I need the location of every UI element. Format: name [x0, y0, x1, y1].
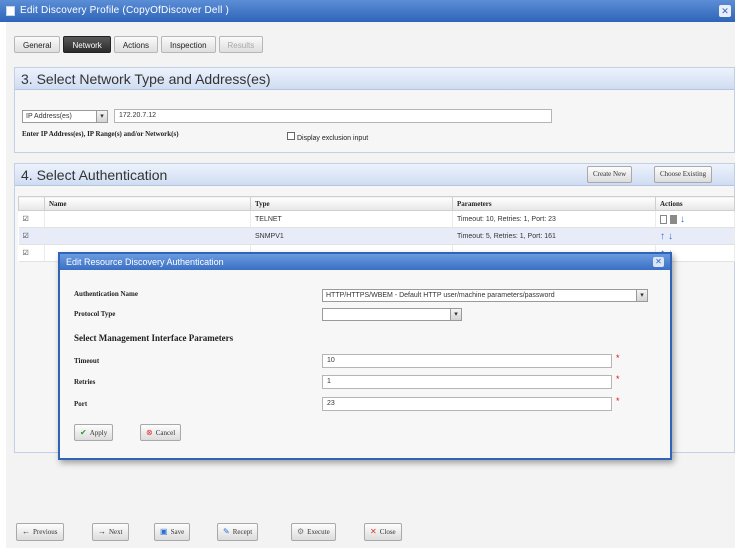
- row-actions: ↑↓: [655, 227, 735, 245]
- timeout-label: Timeout: [74, 357, 100, 365]
- address-input[interactable]: 172.20.7.12: [114, 109, 552, 123]
- pencil-icon: ✎: [223, 527, 230, 536]
- required-icon: *: [616, 353, 620, 363]
- exclusion-toggle[interactable]: Display exclusion input: [287, 132, 368, 142]
- auth-name-label: Authentication Name: [74, 290, 138, 298]
- apply-button[interactable]: ✔ Apply: [74, 424, 114, 441]
- col-name-header[interactable]: Name: [44, 196, 251, 211]
- close-icon: ✕: [370, 527, 377, 536]
- chevron-down-icon: ▾: [450, 309, 461, 320]
- apply-label: Apply: [89, 429, 108, 437]
- gear-icon: ⚙: [297, 527, 305, 536]
- dialog-title: Edit Resource Discovery Authentication: [60, 254, 670, 270]
- auth-name-value: HTTP/HTTPS/WBEM - Default HTTP user/mach…: [326, 292, 555, 299]
- protocol-select[interactable]: ▾: [322, 308, 462, 321]
- cancel-label: Cancel: [155, 429, 176, 437]
- execute-button[interactable]: ⚙ Execute: [291, 523, 336, 541]
- exclusion-label: Display exclusion input: [296, 135, 369, 142]
- row-actions: ↓: [655, 210, 735, 228]
- col-params-header[interactable]: Parameters: [452, 196, 656, 211]
- params-heading: Select Management Interface Parameters: [74, 333, 234, 343]
- close-label: Close: [379, 528, 396, 536]
- tab-network[interactable]: Network: [63, 36, 111, 53]
- cancel-icon: ⊗: [146, 428, 153, 437]
- retries-label: Retries: [74, 378, 96, 386]
- network-type-value: IP Address(es): [26, 113, 72, 120]
- document-icon: [6, 6, 15, 16]
- arrow-up-icon[interactable]: ↑: [660, 231, 665, 242]
- arrow-down-icon[interactable]: ↓: [668, 231, 673, 242]
- table-row[interactable]: ☑ TELNET Timeout: 10, Retries: 1, Port: …: [18, 210, 735, 228]
- next-button[interactable]: → Next: [92, 523, 129, 541]
- auth-dialog: Edit Resource Discovery Authentication ✕…: [58, 252, 672, 460]
- address-help-text: Enter IP Address(es), IP Range(s) and/or…: [22, 130, 179, 138]
- required-icon: *: [616, 374, 620, 384]
- tab-general[interactable]: General: [14, 36, 61, 53]
- auth-name-select[interactable]: HTTP/HTTPS/WBEM - Default HTTP user/mach…: [322, 289, 648, 302]
- save-label: Save: [170, 528, 185, 536]
- tab-actions[interactable]: Actions: [113, 36, 159, 53]
- window-title: Edit Discovery Profile (CopyOfDiscover D…: [20, 5, 230, 16]
- row-type: SNMPV1: [250, 227, 453, 245]
- delete-icon[interactable]: [670, 214, 677, 224]
- table-row[interactable]: ☑ SNMPV1 Timeout: 5, Retries: 1, Port: 1…: [18, 227, 735, 245]
- tab-results: Results: [218, 36, 264, 53]
- protocol-label: Protocol Type: [74, 310, 116, 318]
- previous-label: Previous: [33, 528, 58, 536]
- cancel-button[interactable]: ⊗ Cancel: [140, 424, 182, 441]
- port-input[interactable]: 23: [322, 397, 612, 411]
- tab-bar: General Network Actions Inspection Resul…: [14, 36, 264, 54]
- row-name: [44, 210, 251, 228]
- chevron-down-icon: ▾: [636, 290, 647, 301]
- col-check-header: [18, 196, 45, 211]
- tab-inspection[interactable]: Inspection: [161, 36, 216, 53]
- arrow-left-icon: ←: [22, 527, 30, 536]
- row-params: Timeout: 10, Retries: 1, Port: 23: [452, 210, 656, 228]
- retries-input[interactable]: 1: [322, 375, 612, 389]
- col-actions-header: Actions: [655, 196, 735, 211]
- close-icon[interactable]: ✕: [653, 257, 664, 267]
- recept-button[interactable]: ✎ Recept: [217, 523, 259, 541]
- close-button[interactable]: ✕ Close: [364, 523, 402, 541]
- row-type: TELNET: [250, 210, 453, 228]
- row-params: Timeout: 5, Retries: 1, Port: 161: [452, 227, 656, 245]
- edit-icon[interactable]: [660, 214, 667, 224]
- close-icon[interactable]: ✕: [719, 5, 731, 17]
- network-type-select[interactable]: IP Address(es) ▾: [22, 110, 108, 123]
- save-icon: ▣: [160, 527, 168, 536]
- window-titlebar: Edit Discovery Profile (CopyOfDiscover D…: [0, 0, 735, 22]
- checkmark-icon: ✔: [80, 428, 87, 437]
- row-checkbox[interactable]: ☑: [23, 216, 29, 223]
- execute-label: Execute: [307, 528, 330, 536]
- row-name: [44, 227, 251, 245]
- previous-button[interactable]: ← Previous: [16, 523, 64, 541]
- arrow-down-icon[interactable]: ↓: [680, 214, 685, 225]
- row-checkbox[interactable]: ☑: [23, 233, 29, 240]
- exclusion-checkbox[interactable]: [287, 132, 295, 140]
- timeout-input[interactable]: 10: [322, 354, 612, 368]
- auth-table-header: Name Type Parameters Actions: [18, 196, 735, 211]
- row-checkbox[interactable]: ☑: [23, 250, 29, 257]
- arrow-right-icon: →: [98, 527, 106, 536]
- chevron-down-icon: ▾: [96, 111, 107, 122]
- create-new-button[interactable]: Create New: [587, 166, 633, 183]
- network-section-heading: 3. Select Network Type and Address(es): [15, 68, 734, 90]
- save-button[interactable]: ▣ Save: [154, 523, 191, 541]
- required-icon: *: [616, 396, 620, 406]
- port-label: Port: [74, 400, 88, 408]
- recept-label: Recept: [232, 528, 253, 536]
- choose-existing-button[interactable]: Choose Existing: [654, 166, 713, 183]
- next-label: Next: [109, 528, 123, 536]
- col-type-header[interactable]: Type: [250, 196, 453, 211]
